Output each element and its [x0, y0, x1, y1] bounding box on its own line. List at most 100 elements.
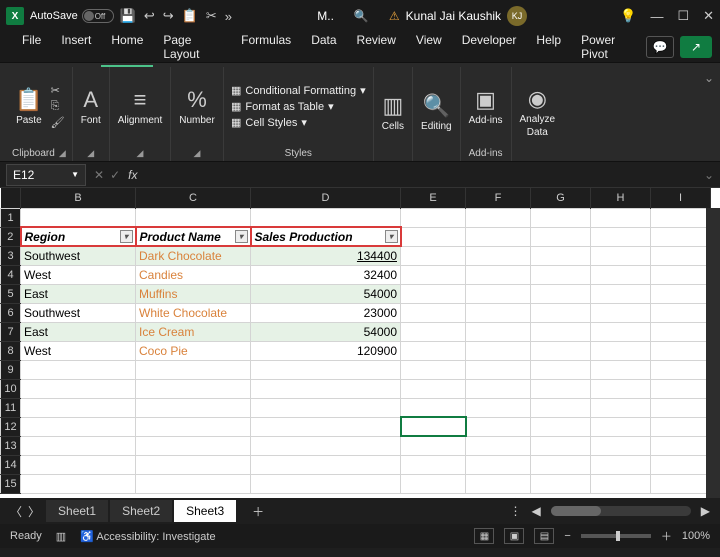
chevron-down-icon[interactable]: ▼ [71, 170, 79, 179]
collapse-ribbon-icon[interactable]: ⌄ [704, 71, 714, 85]
comments-button[interactable]: 💬 [646, 36, 674, 58]
dialog-launcher-icon[interactable]: ◢ [194, 148, 201, 159]
stats-icon[interactable]: ▥ [56, 530, 66, 543]
name-box[interactable]: E12 ▼ [6, 164, 86, 186]
fx-icon[interactable]: fx [128, 168, 137, 182]
col-header-corner[interactable] [1, 188, 21, 208]
tab-power-pivot[interactable]: Power Pivot [571, 27, 646, 67]
tab-page-layout[interactable]: Page Layout [153, 27, 231, 67]
tab-data[interactable]: Data [301, 27, 346, 67]
table-cell[interactable]: East [21, 322, 136, 341]
copy-icon[interactable]: ⎘ [51, 100, 65, 113]
col-header-F[interactable]: F [466, 188, 531, 208]
toggle-off-icon[interactable]: Off [82, 9, 114, 23]
cancel-icon[interactable]: ✕ [94, 168, 104, 182]
save-icon[interactable]: 💾 [120, 8, 136, 24]
undo-icon[interactable]: ↩ [144, 8, 155, 24]
table-cell[interactable]: 23000 [251, 303, 401, 322]
spreadsheet-grid[interactable]: BCDEFGHI12Region▾Product Name▾Sales Prod… [0, 188, 720, 498]
tab-help[interactable]: Help [526, 27, 571, 67]
format-as-table-button[interactable]: ▦Format as Table ▾ [231, 100, 366, 113]
doc-title[interactable]: M.. [317, 9, 334, 23]
table-cell[interactable]: West [21, 265, 136, 284]
paste-button[interactable]: 📋 Paste [13, 85, 44, 128]
filter-icon[interactable]: ▾ [120, 230, 133, 243]
table-header-region[interactable]: Region▾ [21, 227, 136, 246]
dialog-launcher-icon[interactable]: ◢ [137, 148, 144, 159]
avatar[interactable]: KJ [507, 6, 527, 26]
selected-cell[interactable] [401, 417, 466, 436]
table-header-product-name[interactable]: Product Name▾ [136, 227, 251, 246]
analyze-data-button[interactable]: ◉AnalyzeData [518, 84, 558, 140]
table-cell[interactable]: Southwest [21, 246, 136, 265]
row-header-6[interactable]: 6 [1, 303, 21, 322]
scroll-right-icon[interactable]: ▶ [701, 504, 710, 518]
more-icon[interactable]: » [225, 9, 232, 24]
close-icon[interactable]: ✕ [703, 8, 714, 24]
number-button[interactable]: %Number [177, 85, 217, 128]
prev-sheet-icon[interactable]: 〈 [10, 503, 22, 520]
row-header-13[interactable]: 13 [1, 436, 21, 455]
row-header-4[interactable]: 4 [1, 265, 21, 284]
tab-developer[interactable]: Developer [452, 27, 527, 67]
zoom-level[interactable]: 100% [682, 530, 710, 542]
paste-icon[interactable]: 📋 [182, 8, 198, 24]
normal-view-button[interactable]: ▦ [474, 528, 494, 544]
table-header-sales-production[interactable]: Sales Production▾ [251, 227, 401, 246]
zoom-out-button[interactable]: − [564, 530, 570, 542]
table-cell[interactable]: East [21, 284, 136, 303]
zoom-slider[interactable] [581, 534, 651, 538]
autosave-toggle[interactable]: AutoSave Off [30, 9, 114, 23]
page-layout-view-button[interactable]: ▣ [504, 528, 524, 544]
table-cell[interactable]: Muffins [136, 284, 251, 303]
scroll-left-icon[interactable]: ◀ [532, 504, 541, 518]
tab-formulas[interactable]: Formulas [231, 27, 301, 67]
page-break-view-button[interactable]: ▤ [534, 528, 554, 544]
cell-styles-button[interactable]: ▦Cell Styles ▾ [231, 116, 366, 129]
formula-input[interactable] [143, 164, 697, 186]
enter-icon[interactable]: ✓ [110, 168, 120, 182]
col-header-E[interactable]: E [401, 188, 466, 208]
table-cell[interactable]: White Chocolate [136, 303, 251, 322]
cells-button[interactable]: ▥Cells [380, 91, 406, 134]
table-cell[interactable]: 54000 [251, 322, 401, 341]
table-cell[interactable]: Southwest [21, 303, 136, 322]
row-header-15[interactable]: 15 [1, 474, 21, 493]
row-header-7[interactable]: 7 [1, 322, 21, 341]
next-sheet-icon[interactable]: 〉 [28, 503, 40, 520]
row-header-11[interactable]: 11 [1, 398, 21, 417]
expand-formula-bar-icon[interactable]: ⌄ [698, 168, 720, 182]
row-header-1[interactable]: 1 [1, 208, 21, 227]
user-area[interactable]: ⚠ Kunal Jai Kaushik KJ [389, 6, 527, 26]
col-header-G[interactable]: G [531, 188, 591, 208]
row-header-14[interactable]: 14 [1, 455, 21, 474]
row-header-10[interactable]: 10 [1, 379, 21, 398]
filter-icon[interactable]: ▾ [235, 230, 248, 243]
row-header-12[interactable]: 12 [1, 417, 21, 436]
sheet-tab-sheet2[interactable]: Sheet2 [110, 500, 172, 522]
horizontal-scrollbar[interactable] [551, 506, 691, 516]
minimize-icon[interactable]: — [650, 9, 663, 24]
vertical-scrollbar[interactable] [706, 208, 720, 498]
table-cell[interactable]: 54000 [251, 284, 401, 303]
col-header-B[interactable]: B [21, 188, 136, 208]
new-sheet-button[interactable]: ＋ [242, 503, 274, 520]
zoom-in-button[interactable]: ＋ [661, 528, 672, 544]
search-icon[interactable]: 🔍 [354, 9, 369, 23]
sheet-tab-sheet1[interactable]: Sheet1 [46, 500, 108, 522]
table-cell[interactable]: 134400 [251, 246, 401, 265]
row-header-5[interactable]: 5 [1, 284, 21, 303]
table-cell[interactable]: 32400 [251, 265, 401, 284]
dialog-launcher-icon[interactable]: ◢ [59, 148, 66, 159]
dialog-launcher-icon[interactable]: ◢ [87, 148, 94, 159]
filter-icon[interactable]: ▾ [385, 230, 398, 243]
table-cell[interactable]: Coco Pie [136, 341, 251, 360]
maximize-icon[interactable]: ☐ [677, 8, 689, 24]
row-header-3[interactable]: 3 [1, 246, 21, 265]
lightbulb-icon[interactable]: 💡 [620, 8, 636, 24]
table-cell[interactable]: 120900 [251, 341, 401, 360]
accessibility-status[interactable]: ♿ Accessibility: Investigate [80, 530, 215, 543]
tab-view[interactable]: View [406, 27, 452, 67]
cut-icon[interactable]: ✂ [206, 8, 217, 24]
col-header-C[interactable]: C [136, 188, 251, 208]
